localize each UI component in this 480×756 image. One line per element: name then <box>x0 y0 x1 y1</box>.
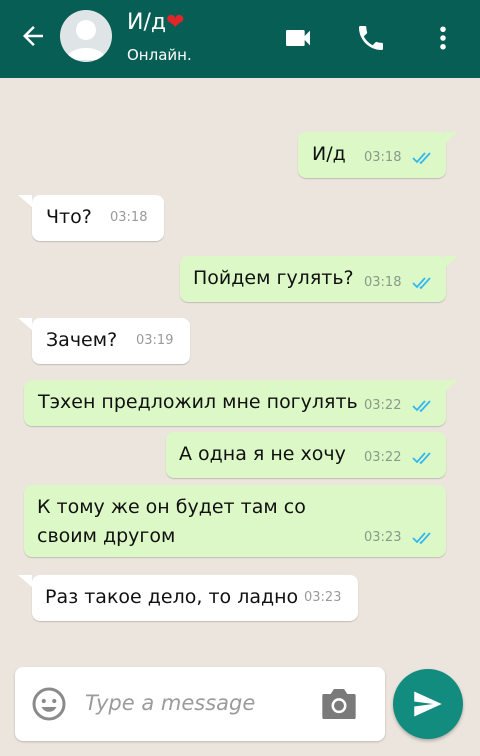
message-incoming[interactable]: Раз такое дело, то ладно 03:23 <box>32 575 358 621</box>
send-icon <box>414 691 442 717</box>
bubble-tail <box>444 380 458 392</box>
avatar[interactable] <box>60 10 112 62</box>
message-time: 03:19 <box>136 333 174 348</box>
heart-icon: ❤ <box>166 10 185 35</box>
emoji-icon[interactable] <box>31 686 67 722</box>
message-incoming[interactable]: Зачем? 03:19 <box>32 318 190 364</box>
message-outgoing[interactable]: И/д 03:18 <box>298 132 446 178</box>
video-call-icon[interactable] <box>282 22 314 54</box>
message-time: 03:18 <box>364 150 402 165</box>
message-outgoing[interactable]: Тэхен предложил мне погулять 03:22 <box>24 380 446 426</box>
message-composer[interactable]: Type a message <box>15 667 385 741</box>
message-text: Тэхен предложил мне погулять <box>38 391 358 413</box>
read-ticks-icon <box>412 452 431 465</box>
more-vert-icon[interactable] <box>428 22 458 54</box>
bubble-tail <box>18 195 32 207</box>
message-input[interactable]: Type a message <box>85 691 255 715</box>
bubble-tail <box>18 575 32 587</box>
read-ticks-icon <box>412 277 431 290</box>
message-text: А одна я не хочу <box>179 443 346 465</box>
contact-name[interactable]: И/д❤ <box>127 10 185 35</box>
read-ticks-icon <box>412 532 431 545</box>
message-time: 03:22 <box>364 398 402 413</box>
message-time: 03:18 <box>110 210 148 225</box>
message-time: 03:23 <box>364 530 402 545</box>
message-text-line1: К тому же он будет там со <box>37 496 306 518</box>
contact-status: Онлайн. <box>127 46 192 64</box>
message-text: Раз такое дело, то ладно <box>45 586 299 608</box>
camera-icon[interactable] <box>319 687 359 721</box>
contact-name-text: И/д <box>127 10 167 35</box>
back-arrow-icon[interactable] <box>18 21 48 51</box>
message-time: 03:18 <box>364 275 402 290</box>
message-text: Зачем? <box>46 329 118 351</box>
bubble-tail <box>444 256 458 268</box>
message-text: И/д <box>312 143 346 165</box>
bubble-tail <box>444 132 458 144</box>
read-ticks-icon <box>412 152 431 165</box>
send-button[interactable] <box>393 669 463 739</box>
read-ticks-icon <box>412 400 431 413</box>
message-time: 03:22 <box>364 450 402 465</box>
message-text: Что? <box>46 206 92 228</box>
message-incoming[interactable]: Что? 03:18 <box>32 195 164 241</box>
message-outgoing[interactable]: Пойдем гулять? 03:18 <box>180 256 446 302</box>
message-text-line2: своим другом <box>37 525 176 547</box>
message-outgoing[interactable]: К тому же он будет там со своим другом 0… <box>24 485 446 557</box>
bubble-tail <box>18 318 32 330</box>
phone-icon[interactable] <box>355 22 387 54</box>
message-time: 03:23 <box>304 590 342 605</box>
message-outgoing[interactable]: А одна я не хочу 03:22 <box>166 432 446 478</box>
chat-header: И/д❤ Онлайн. <box>0 0 480 78</box>
message-text: Пойдем гулять? <box>193 267 354 289</box>
